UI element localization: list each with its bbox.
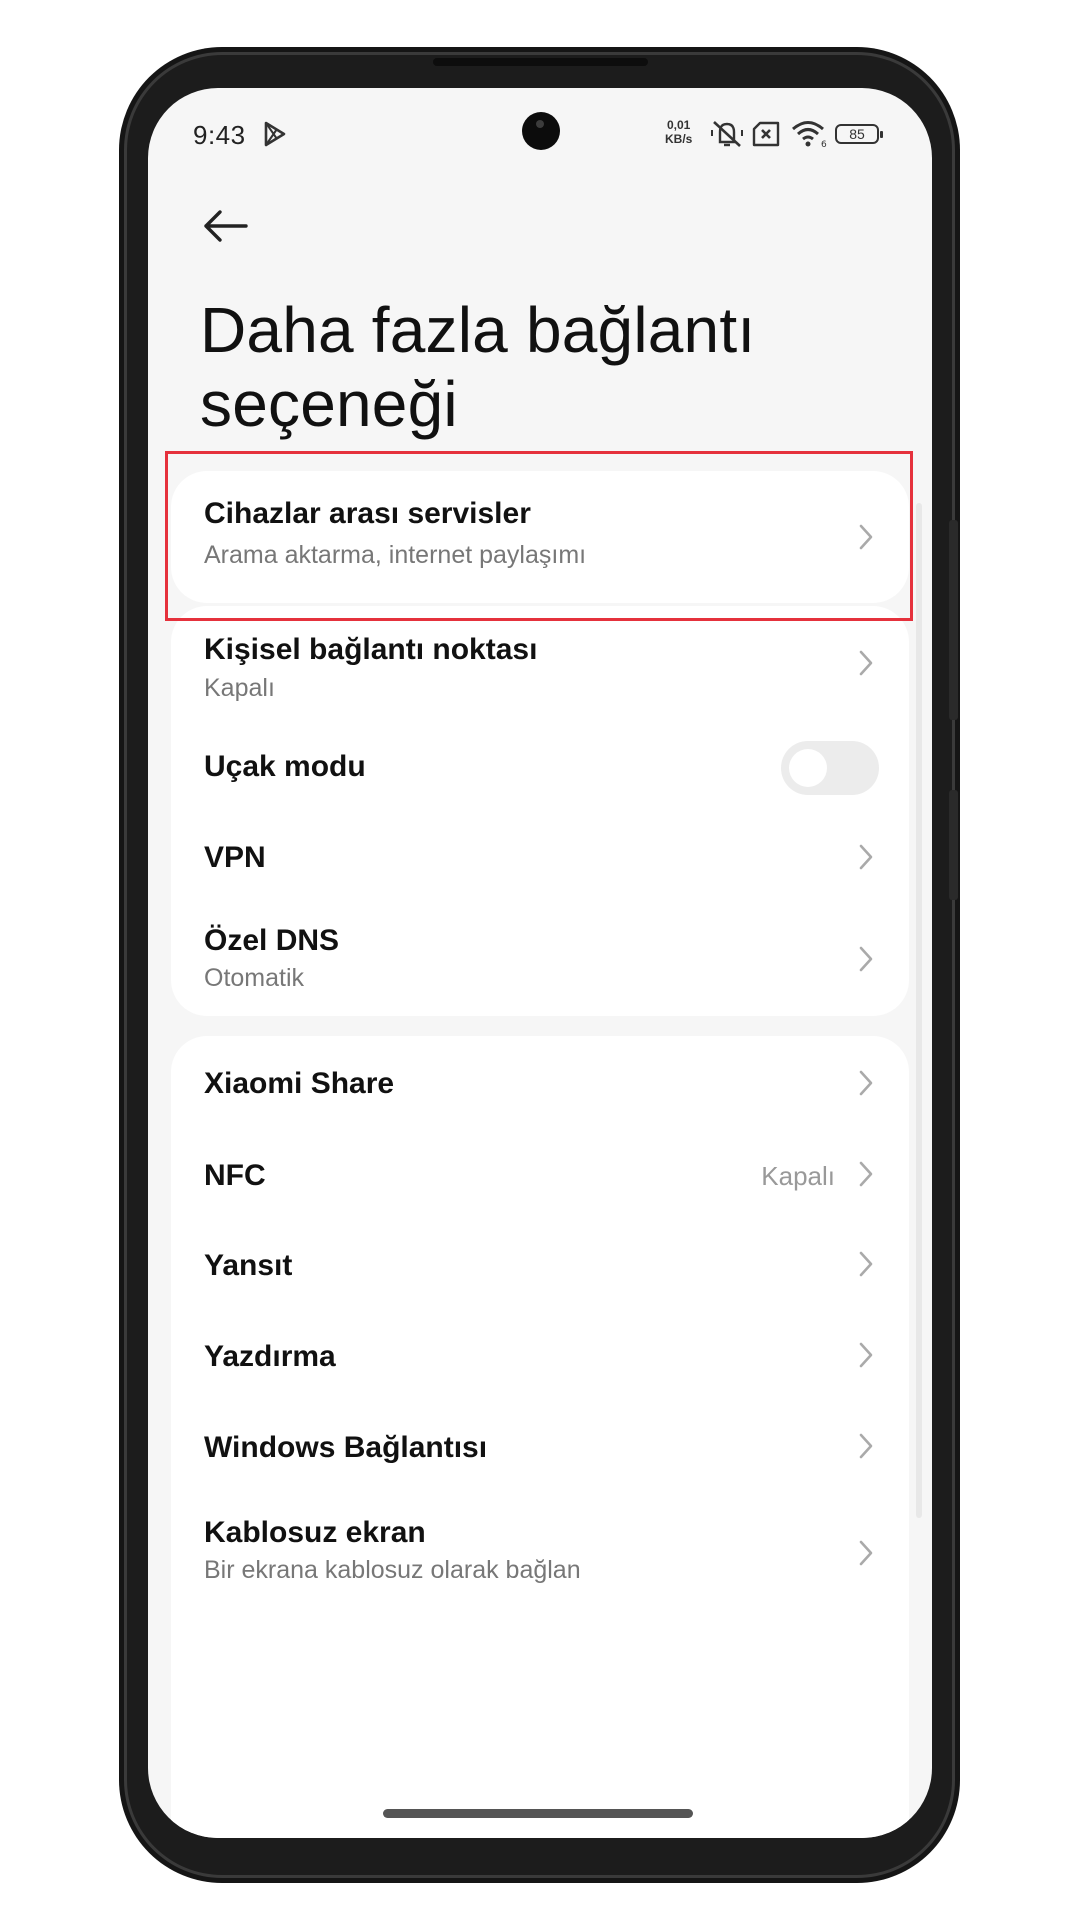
phone-screen: 9:43 0,01 KB/s 6 85 Daha fazla bağlantı … [148, 88, 932, 1838]
chevron-right-icon [859, 1070, 873, 1096]
item-label: Kablosuz ekran [204, 1516, 426, 1549]
net-speed-value: 0,01 [666, 118, 691, 132]
play-store-icon [264, 121, 286, 147]
earpiece [433, 58, 648, 66]
wifi-icon: 6 [792, 121, 827, 148]
item-label: NFC [204, 1159, 266, 1192]
item-personal-hotspot[interactable]: Kişisel bağlantı noktası Kapalı [171, 606, 909, 718]
item-vpn[interactable]: VPN [171, 814, 909, 904]
net-speed-unit: KB/s [665, 132, 693, 146]
chevron-right-icon [859, 1251, 873, 1277]
item-label: Xiaomi Share [204, 1067, 395, 1100]
item-label: Özel DNS [204, 924, 340, 957]
highlight-box [165, 451, 913, 621]
item-label: Uçak modu [204, 750, 366, 783]
page-title: Daha fazla bağlantı seçeneği [200, 293, 755, 441]
item-cast[interactable]: Yansıt [171, 1221, 909, 1312]
chevron-right-icon [859, 650, 873, 676]
item-airplane-mode[interactable]: Uçak modu [171, 718, 909, 814]
settings-group-2: Kişisel bağlantı noktası Kapalı Uçak mod… [171, 606, 909, 1016]
page-title-line2: seçeneği [200, 368, 458, 440]
volume-button [949, 520, 958, 720]
item-nfc[interactable]: NFC Kapalı [171, 1131, 909, 1221]
arrow-left-icon[interactable] [198, 198, 254, 254]
page-title-line1: Daha fazla bağlantı [200, 294, 756, 366]
item-value: Kapalı [761, 1161, 835, 1191]
item-sublabel: Kapalı [204, 674, 275, 702]
front-camera [522, 112, 560, 150]
item-label: Yansıt [204, 1249, 293, 1282]
chevron-right-icon [859, 1161, 873, 1187]
chevron-right-icon [859, 1342, 873, 1368]
svg-text:6: 6 [821, 140, 827, 148]
item-xiaomi-share[interactable]: Xiaomi Share [171, 1036, 909, 1131]
item-wireless-display[interactable]: Kablosuz ekran Bir ekrana kablosuz olara… [171, 1494, 909, 1606]
item-label: Windows Bağlantısı [204, 1431, 488, 1464]
item-private-dns[interactable]: Özel DNS Otomatik [171, 904, 909, 1016]
scrollbar[interactable] [916, 503, 922, 1518]
sim-off-icon [752, 121, 780, 147]
item-label: Kişisel bağlantı noktası [204, 633, 538, 666]
battery-icon: 85 [835, 124, 883, 144]
status-time: 9:43 [193, 120, 246, 150]
settings-group-3: Xiaomi Share NFC Kapalı Yansıt Yazdırma … [171, 1036, 909, 1838]
airplane-mode-toggle[interactable] [781, 741, 879, 795]
item-label: Yazdırma [204, 1340, 336, 1373]
chevron-right-icon [859, 1433, 873, 1459]
chevron-right-icon [859, 946, 873, 972]
item-windows-link[interactable]: Windows Bağlantısı [171, 1403, 909, 1494]
power-button [949, 790, 958, 900]
item-sublabel: Otomatik [204, 964, 305, 992]
net-speed-indicator: 0,01 KB/s [665, 118, 692, 146]
home-indicator[interactable] [383, 1809, 693, 1818]
item-label: VPN [204, 841, 266, 874]
item-sublabel: Bir ekrana kablosuz olarak bağlan [204, 1556, 581, 1584]
mute-vibrate-icon [711, 121, 743, 147]
item-printing[interactable]: Yazdırma [171, 1312, 909, 1403]
chevron-right-icon [859, 844, 873, 870]
chevron-right-icon [859, 1540, 873, 1566]
